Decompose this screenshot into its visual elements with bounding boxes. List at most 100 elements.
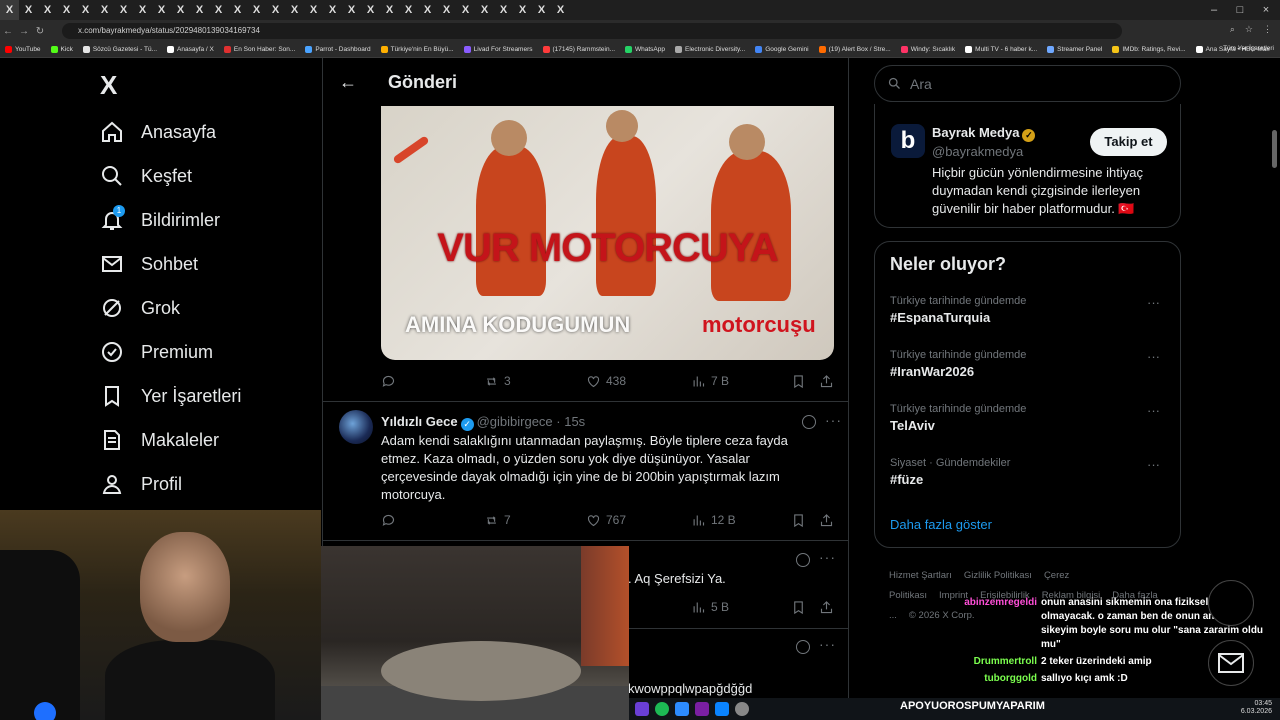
url-field[interactable]: x.com/bayrakmedya/status/202948013903416…: [62, 23, 1122, 39]
like-button[interactable]: 438: [586, 374, 626, 389]
bookmark-button[interactable]: [791, 513, 806, 528]
avatar[interactable]: [339, 410, 373, 444]
messages-fab[interactable]: [1208, 640, 1254, 686]
sidebar-item-grok[interactable]: Grok: [100, 296, 180, 320]
grok-icon[interactable]: [796, 640, 810, 654]
browser-tab[interactable]: X: [475, 0, 494, 20]
spotify-icon[interactable]: [655, 702, 669, 716]
more-icon[interactable]: ···: [819, 636, 836, 652]
minimize-icon[interactable]: –: [1200, 0, 1228, 20]
app-icon[interactable]: [715, 702, 729, 716]
browser-tab[interactable]: X: [19, 0, 38, 20]
browser-tab[interactable]: X: [551, 0, 570, 20]
footer-link[interactable]: Hizmet Şartları: [889, 570, 952, 581]
sidebar-item-yer-i-aretleri[interactable]: Yer İşaretleri: [100, 384, 241, 408]
bookmark-item[interactable]: IMDb: Ratings, Revi...: [1107, 46, 1190, 53]
bookmark-item[interactable]: Google Gemini: [750, 46, 813, 53]
browser-tab[interactable]: X: [361, 0, 380, 20]
bookmark-item[interactable]: Streamer Panel: [1042, 46, 1107, 53]
more-icon[interactable]: ···: [1147, 457, 1160, 472]
zoom-icon[interactable]: ⌕: [1230, 24, 1235, 35]
app-icon[interactable]: [695, 702, 709, 716]
bookmark-item[interactable]: Anasayfa / X: [162, 46, 219, 53]
browser-tab[interactable]: X: [266, 0, 285, 20]
browser-tab[interactable]: X: [171, 0, 190, 20]
back-nav-icon[interactable]: ←: [0, 26, 16, 37]
profile-handle[interactable]: @bayrakmedya: [932, 144, 1023, 159]
bayrak-medya-logo[interactable]: b: [891, 124, 925, 158]
browser-tab[interactable]: X: [437, 0, 456, 20]
menu-icon[interactable]: ⋮: [1263, 24, 1272, 35]
browser-tab[interactable]: X: [76, 0, 95, 20]
profile-name[interactable]: Bayrak Medya ✓: [932, 125, 1036, 142]
grok-fab-icon[interactable]: [1208, 580, 1254, 626]
footer-link[interactable]: Gizlilik Politikası: [964, 570, 1032, 581]
browser-tab[interactable]: X: [456, 0, 475, 20]
like-button[interactable]: 767: [586, 513, 626, 528]
follow-button[interactable]: Takip et: [1090, 128, 1167, 156]
star-icon[interactable]: ☆: [1245, 24, 1253, 35]
close-icon[interactable]: ×: [1252, 0, 1280, 20]
browser-tab[interactable]: X: [494, 0, 513, 20]
sidebar-item-ke-fet[interactable]: Keşfet: [100, 164, 192, 188]
app-icon[interactable]: [735, 702, 749, 716]
sidebar-item-profil[interactable]: Profil: [100, 472, 182, 496]
browser-tab[interactable]: X: [209, 0, 228, 20]
bookmark-item[interactable]: WhatsApp: [620, 46, 670, 53]
reply-author-name[interactable]: Yıldızlı Gece: [381, 414, 458, 429]
browser-tab[interactable]: X: [380, 0, 399, 20]
app-icon[interactable]: [675, 702, 689, 716]
more-icon[interactable]: ···: [825, 412, 842, 428]
browser-tab[interactable]: X: [285, 0, 304, 20]
bookmark-item[interactable]: YouTube: [0, 46, 46, 53]
bookmark-button[interactable]: [791, 600, 806, 615]
reply-handle[interactable]: @gibibirgece · 15s: [477, 414, 586, 429]
bookmark-item[interactable]: Türkiye'nin En Büyü...: [376, 46, 459, 53]
browser-tab[interactable]: X: [133, 0, 152, 20]
sidebar-item-sohbet[interactable]: Sohbet: [100, 252, 198, 276]
browser-tab[interactable]: X: [247, 0, 266, 20]
views-button[interactable]: 12 B: [691, 513, 736, 528]
browser-tab[interactable]: X: [152, 0, 171, 20]
grok-icon[interactable]: [802, 415, 816, 429]
trend-item[interactable]: Türkiye tarihinde gündemde #IranWar2026 ··…: [890, 349, 1170, 379]
bookmark-item[interactable]: Sözcü Gazetesi - Tü...: [78, 46, 162, 53]
bookmark-item[interactable]: (17145) Rammstein...: [538, 46, 621, 53]
bookmark-item[interactable]: Kick: [46, 46, 78, 53]
x-logo[interactable]: X: [100, 70, 117, 101]
browser-tab[interactable]: X: [323, 0, 342, 20]
search-input[interactable]: Ara: [874, 65, 1181, 102]
more-icon[interactable]: ···: [819, 549, 836, 565]
sidebar-item-anasayfa[interactable]: Anasayfa: [100, 120, 216, 144]
browser-tab[interactable]: X: [190, 0, 209, 20]
sidebar-item-premium[interactable]: Premium: [100, 340, 213, 364]
trend-item[interactable]: Siyaset · Gündemdekiler #füze ···: [890, 457, 1170, 487]
bookmark-item[interactable]: En Son Haber: Son...: [219, 46, 300, 53]
app-icon[interactable]: [635, 702, 649, 716]
browser-tab[interactable]: X: [57, 0, 76, 20]
forward-nav-icon[interactable]: →: [16, 26, 32, 37]
back-arrow-icon[interactable]: ←: [339, 72, 359, 93]
browser-tab[interactable]: X: [95, 0, 114, 20]
all-bookmarks[interactable]: Tüm Yer İşaretleri: [1223, 45, 1274, 52]
bookmark-item[interactable]: Parrot - Dashboard: [300, 46, 375, 53]
scrollbar[interactable]: [1272, 130, 1277, 168]
maximize-icon[interactable]: □: [1226, 0, 1254, 20]
reply-button[interactable]: [381, 513, 396, 528]
show-more-link[interactable]: Daha fazla göster: [890, 517, 992, 532]
bookmark-item[interactable]: (19) Alert Box / Stre...: [814, 46, 896, 53]
views-button[interactable]: 7 B: [691, 374, 729, 389]
reload-icon[interactable]: ↻: [32, 26, 48, 37]
bookmark-item[interactable]: Electronic Diversity...: [670, 46, 750, 53]
browser-tab[interactable]: X: [418, 0, 437, 20]
browser-tab[interactable]: X: [342, 0, 361, 20]
repost-button[interactable]: 7: [484, 513, 511, 528]
more-icon[interactable]: ···: [1147, 403, 1160, 418]
bookmark-item[interactable]: Multi TV - 6 haber k...: [960, 46, 1042, 53]
grok-icon[interactable]: [796, 553, 810, 567]
bookmark-item[interactable]: Livad For Streamers: [459, 46, 538, 53]
share-button[interactable]: [819, 374, 834, 389]
share-button[interactable]: [819, 513, 834, 528]
share-button[interactable]: [819, 600, 834, 615]
more-icon[interactable]: ···: [1147, 295, 1160, 310]
